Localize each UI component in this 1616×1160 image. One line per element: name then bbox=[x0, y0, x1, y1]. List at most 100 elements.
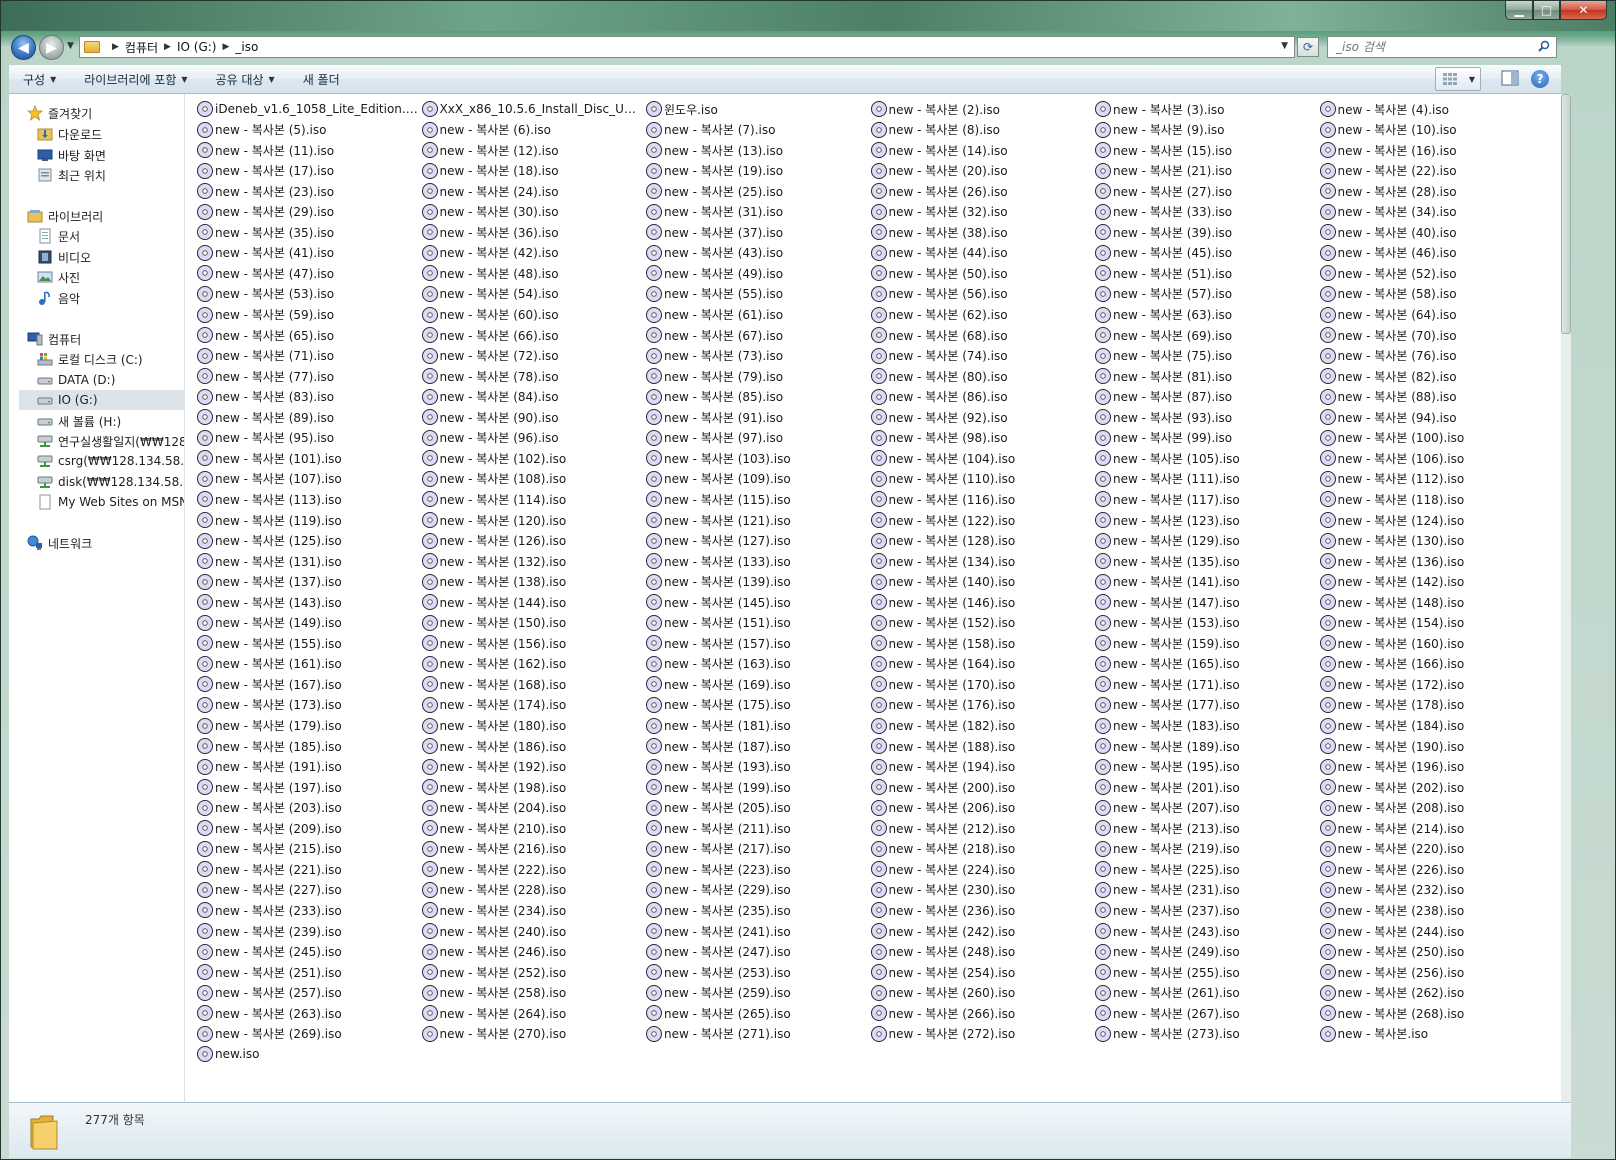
file-item[interactable]: new - 복사본 (267).iso bbox=[1095, 1003, 1317, 1023]
file-item[interactable]: new - 복사본 (20).iso bbox=[870, 161, 1093, 181]
file-item[interactable]: new - 복사본 (195).iso bbox=[1095, 757, 1317, 777]
file-item[interactable]: new - 복사본 (43).iso bbox=[646, 243, 868, 263]
file-item[interactable]: new - 복사본 (123).iso bbox=[1095, 510, 1317, 530]
file-item[interactable]: new - 복사본 (203).iso bbox=[197, 798, 419, 818]
file-item[interactable]: new.iso bbox=[197, 1044, 419, 1064]
share-with-button[interactable]: 공유 대상 ▼ bbox=[202, 66, 289, 92]
file-item[interactable]: new - 복사본 (113).iso bbox=[197, 489, 419, 509]
file-item[interactable]: new - 복사본 (172).iso bbox=[1319, 674, 1542, 694]
nav-item-pictures[interactable]: 사진 bbox=[37, 267, 80, 287]
file-item[interactable]: new - 복사본 (101).iso bbox=[197, 448, 419, 468]
file-item[interactable]: new - 복사본 (206).iso bbox=[870, 798, 1093, 818]
file-item[interactable]: new - 복사본 (235).iso bbox=[646, 900, 868, 920]
file-item[interactable]: new - 복사본 (170).iso bbox=[870, 674, 1093, 694]
file-item[interactable]: new - 복사본 (15).iso bbox=[1095, 140, 1317, 160]
file-item[interactable]: new - 복사본 (52).iso bbox=[1319, 263, 1542, 283]
file-item[interactable]: new - 복사본 (125).iso bbox=[197, 531, 419, 551]
file-item[interactable]: new - 복사본 (47).iso bbox=[197, 263, 419, 283]
file-item[interactable]: new - 복사본 (26).iso bbox=[870, 181, 1093, 201]
file-item[interactable]: new - 복사본 (78).iso bbox=[421, 366, 644, 386]
file-item[interactable]: new - 복사본 (16).iso bbox=[1319, 140, 1542, 160]
file-item[interactable]: new - 복사본 (19).iso bbox=[646, 161, 868, 181]
file-item[interactable]: new - 복사본 (21).iso bbox=[1095, 161, 1317, 181]
breadcrumb-folder[interactable]: _iso bbox=[235, 40, 258, 54]
file-item[interactable]: new - 복사본 (83).iso bbox=[197, 387, 419, 407]
forward-button[interactable]: ▶ bbox=[39, 35, 64, 60]
file-item[interactable]: new - 복사본 (124).iso bbox=[1319, 510, 1542, 530]
file-item[interactable]: new - 복사본 (98).iso bbox=[870, 428, 1093, 448]
file-item[interactable]: new - 복사본 (33).iso bbox=[1095, 202, 1317, 222]
file-item[interactable]: new - 복사본 (96).iso bbox=[421, 428, 644, 448]
file-item[interactable]: new - 복사본 (201).iso bbox=[1095, 777, 1317, 797]
file-item[interactable]: new - 복사본 (210).iso bbox=[421, 818, 644, 838]
file-item[interactable]: new - 복사본 (121).iso bbox=[646, 510, 868, 530]
file-item[interactable]: new - 복사본 (263).iso bbox=[197, 1003, 419, 1023]
file-item[interactable]: new - 복사본 (137).iso bbox=[197, 572, 419, 592]
file-item[interactable]: new - 복사본 (61).iso bbox=[646, 305, 868, 325]
address-history-chevron-icon[interactable]: ▼ bbox=[1281, 41, 1288, 51]
file-item[interactable]: new - 복사본 (224).iso bbox=[870, 859, 1093, 879]
file-item[interactable]: new - 복사본 (128).iso bbox=[870, 531, 1093, 551]
file-item[interactable]: new - 복사본 (69).iso bbox=[1095, 325, 1317, 345]
file-item[interactable]: new - 복사본 (138).iso bbox=[421, 572, 644, 592]
file-item[interactable]: new - 복사본 (91).iso bbox=[646, 407, 868, 427]
file-item[interactable]: new - 복사본 (117).iso bbox=[1095, 489, 1317, 509]
file-item[interactable]: new - 복사본 (82).iso bbox=[1319, 366, 1542, 386]
file-item[interactable]: new - 복사본 (255).iso bbox=[1095, 962, 1317, 982]
file-item[interactable]: new - 복사본 (171).iso bbox=[1095, 674, 1317, 694]
file-item[interactable]: new - 복사본 (35).iso bbox=[197, 222, 419, 242]
back-button[interactable]: ◀ bbox=[11, 35, 36, 60]
maximize-button[interactable]: □ bbox=[1533, 1, 1560, 20]
file-item[interactable]: new - 복사본 (194).iso bbox=[870, 757, 1093, 777]
nav-item-web-sites[interactable]: My Web Sites on MSN bbox=[37, 492, 184, 512]
file-item[interactable]: new - 복사본 (120).iso bbox=[421, 510, 644, 530]
organize-button[interactable]: 구성 ▼ bbox=[9, 66, 70, 92]
nav-item-music[interactable]: 음악 bbox=[37, 288, 80, 308]
nav-item-network-drive[interactable]: disk(₩₩128.134.58.192 bbox=[37, 472, 184, 492]
file-item[interactable]: new - 복사본 (232).iso bbox=[1319, 880, 1542, 900]
nav-item-recent-places[interactable]: 최근 위치 bbox=[37, 165, 106, 185]
breadcrumb-drive[interactable]: IO (G:) bbox=[177, 40, 217, 54]
scrollbar-thumb[interactable] bbox=[1561, 94, 1571, 334]
recent-pages-chevron-icon[interactable]: ▼ bbox=[67, 41, 74, 51]
file-item[interactable]: new - 복사본 (149).iso bbox=[197, 613, 419, 633]
file-item[interactable]: new - 복사본 (2).iso bbox=[870, 99, 1093, 119]
file-item[interactable]: new - 복사본 (189).iso bbox=[1095, 736, 1317, 756]
file-item[interactable]: new - 복사본 (181).iso bbox=[646, 716, 868, 736]
file-item[interactable]: new - 복사본 (95).iso bbox=[197, 428, 419, 448]
file-item[interactable]: new - 복사본 (257).iso bbox=[197, 983, 419, 1003]
file-item[interactable]: new - 복사본 (106).iso bbox=[1319, 448, 1542, 468]
file-item[interactable]: new - 복사본 (140).iso bbox=[870, 572, 1093, 592]
file-item[interactable]: new - 복사본 (68).iso bbox=[870, 325, 1093, 345]
file-item[interactable]: new - 복사본 (72).iso bbox=[421, 346, 644, 366]
file-item[interactable]: new - 복사본 (200).iso bbox=[870, 777, 1093, 797]
file-item[interactable]: new - 복사본 (248).iso bbox=[870, 942, 1093, 962]
file-item[interactable]: new - 복사본 (258).iso bbox=[421, 983, 644, 1003]
file-item[interactable]: new - 복사본 (214).iso bbox=[1319, 818, 1542, 838]
file-item[interactable]: new - 복사본 (37).iso bbox=[646, 222, 868, 242]
file-item[interactable]: new - 복사본 (156).iso bbox=[421, 633, 644, 653]
file-item[interactable]: new - 복사본 (268).iso bbox=[1319, 1003, 1542, 1023]
close-button[interactable]: ✕ bbox=[1560, 1, 1607, 20]
file-item[interactable]: new - 복사본 (234).iso bbox=[421, 900, 644, 920]
file-item[interactable]: new - 복사본 (46).iso bbox=[1319, 243, 1542, 263]
file-item[interactable]: new - 복사본 (10).iso bbox=[1319, 120, 1542, 140]
file-item[interactable]: new - 복사본 (92).iso bbox=[870, 407, 1093, 427]
file-item[interactable]: new - 복사본 (103).iso bbox=[646, 448, 868, 468]
file-item[interactable]: new - 복사본 (115).iso bbox=[646, 489, 868, 509]
file-item[interactable]: new - 복사본 (23).iso bbox=[197, 181, 419, 201]
file-item[interactable]: new - 복사본 (212).iso bbox=[870, 818, 1093, 838]
file-item[interactable]: new - 복사본 (262).iso bbox=[1319, 983, 1542, 1003]
file-item[interactable]: new - 복사본 (260).iso bbox=[870, 983, 1093, 1003]
file-item[interactable]: new - 복사본 (25).iso bbox=[646, 181, 868, 201]
file-item[interactable]: new - 복사본 (160).iso bbox=[1319, 633, 1542, 653]
file-item[interactable]: new - 복사본 (114).iso bbox=[421, 489, 644, 509]
file-item[interactable]: new - 복사본 (9).iso bbox=[1095, 120, 1317, 140]
file-item[interactable]: new - 복사본 (221).iso bbox=[197, 859, 419, 879]
file-item[interactable]: new - 복사본 (147).iso bbox=[1095, 592, 1317, 612]
file-item[interactable]: new - 복사본 (208).iso bbox=[1319, 798, 1542, 818]
file-item[interactable]: new - 복사본 (202).iso bbox=[1319, 777, 1542, 797]
file-item[interactable]: new - 복사본 (243).iso bbox=[1095, 921, 1317, 941]
file-item[interactable]: new - 복사본 (110).iso bbox=[870, 469, 1093, 489]
file-item[interactable]: new - 복사본 (57).iso bbox=[1095, 284, 1317, 304]
